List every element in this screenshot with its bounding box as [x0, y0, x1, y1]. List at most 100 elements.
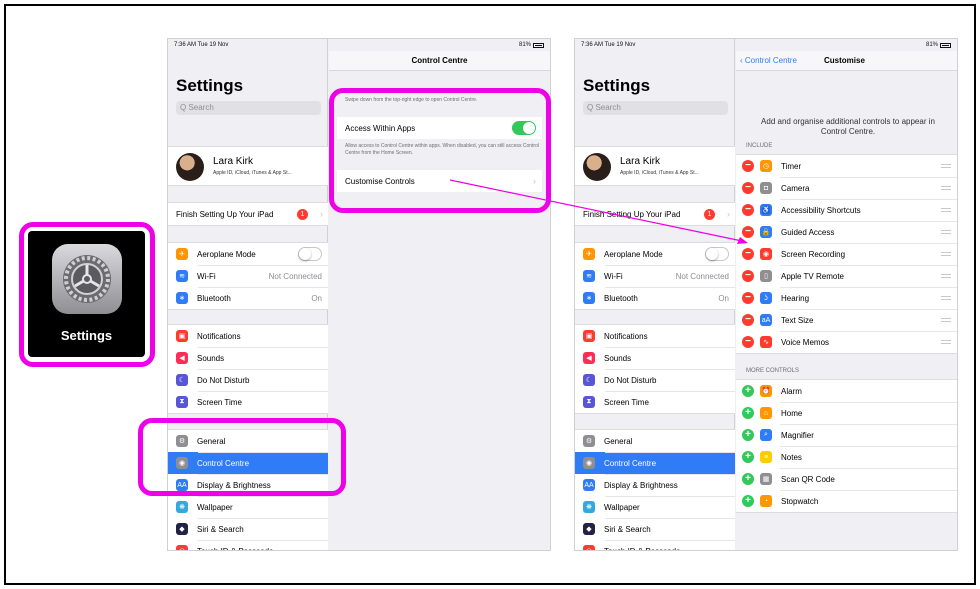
sidebar-item-do-not-disturb[interactable]: ☾ Do Not Disturb [575, 369, 735, 391]
finish-setup-row[interactable]: Finish Setting Up Your iPad 1 › [575, 203, 735, 225]
status-bar-right: 81% [329, 39, 550, 51]
sidebar-item-sounds[interactable]: ◀ Sounds [575, 347, 735, 369]
reorder-handle-icon[interactable] [941, 318, 951, 322]
search-input[interactable]: Q Search [583, 101, 728, 115]
back-button[interactable]: ‹ Control Centre [740, 51, 797, 71]
status-time: 7:36 AM Tue 19 Nov [581, 42, 636, 48]
search-input[interactable]: Q Search [176, 101, 321, 115]
wifi-icon: ≋ [176, 270, 188, 282]
control-label: Scan QR Code [781, 474, 835, 484]
sidebar-item-bluetooth[interactable]: ∗ Bluetooth On [168, 287, 328, 309]
control-row-magnifier: + ⌕ Magnifier [736, 424, 957, 446]
add-control-button[interactable]: + [742, 407, 754, 419]
remove-control-button[interactable]: − [742, 314, 754, 326]
remove-control-button[interactable]: − [742, 270, 754, 282]
control-row-camera: − ◘ Camera [736, 177, 957, 199]
remove-control-button[interactable]: − [742, 336, 754, 348]
sidebar-item-aeroplane-mode[interactable]: ✈ Aeroplane Mode [168, 243, 328, 265]
profile-subtitle: Apple ID, iCloud, iTunes & App St... [620, 170, 699, 176]
sidebar-item-screen-time[interactable]: ⧗ Screen Time [168, 391, 328, 413]
sidebar-item-label: Siri & Search [197, 524, 244, 534]
profile-row[interactable]: Lara Kirk Apple ID, iCloud, iTunes & App… [575, 146, 735, 186]
add-control-button[interactable]: + [742, 429, 754, 441]
settings-app-icon[interactable]: Settings [28, 231, 145, 357]
sidebar-item-touch-id-passcode[interactable]: ◎ Touch ID & Passcode [575, 540, 735, 550]
settings-sidebar-right: 7:36 AM Tue 19 Nov Settings Q Search Lar… [575, 39, 735, 550]
remove-control-button[interactable]: − [742, 292, 754, 304]
notifications-group: ▣ Notifications ◀ Sounds ☾ Do Not Disturb ⧗ Scr… [168, 324, 328, 414]
control-row-stopwatch: + ◔ Stopwatch [736, 490, 957, 512]
reorder-handle-icon[interactable] [941, 296, 951, 300]
sidebar-item-siri-search[interactable]: ◆ Siri & Search [575, 518, 735, 540]
sidebar-item-touch-id-passcode[interactable]: ◎ Touch ID & Passcode [168, 540, 328, 550]
remove-control-button[interactable]: − [742, 248, 754, 260]
aeroplane-toggle[interactable] [298, 247, 322, 261]
control-label: Stopwatch [781, 496, 819, 506]
remove-control-button[interactable]: − [742, 160, 754, 172]
sidebar-item-control-centre[interactable]: ◉ Control Centre [575, 452, 735, 474]
sidebar-item-value: Not Connected [675, 271, 729, 281]
reorder-handle-icon[interactable] [941, 230, 951, 234]
reorder-handle-icon[interactable] [941, 274, 951, 278]
sidebar-item-notifications[interactable]: ▣ Notifications [575, 325, 735, 347]
reorder-handle-icon[interactable] [941, 186, 951, 190]
sidebar-item-screen-time[interactable]: ⧗ Screen Time [575, 391, 735, 413]
add-control-button[interactable]: + [742, 385, 754, 397]
aeroplane-toggle[interactable] [705, 247, 729, 261]
control-row-alarm: + ⏰ Alarm [736, 380, 957, 402]
add-control-button[interactable]: + [742, 451, 754, 463]
finish-setup-group: Finish Setting Up Your iPad 1 › [168, 202, 328, 226]
remove-control-button[interactable]: − [742, 182, 754, 194]
sidebar-item-label: Wallpaper [197, 502, 233, 512]
sidebar-item-wallpaper[interactable]: ❋ Wallpaper [575, 496, 735, 518]
status-bar-right: 81% [736, 39, 957, 51]
remove-control-button[interactable]: − [742, 226, 754, 238]
sidebar-item-wi-fi[interactable]: ≋ Wi-Fi Not Connected [575, 265, 735, 287]
control-label: Notes [781, 452, 802, 462]
sidebar-item-do-not-disturb[interactable]: ☾ Do Not Disturb [168, 369, 328, 391]
reorder-handle-icon[interactable] [941, 340, 951, 344]
notifications-icon: ▣ [176, 330, 188, 342]
qr-icon: ▦ [760, 473, 772, 485]
sidebar-item-aeroplane-mode[interactable]: ✈ Aeroplane Mode [575, 243, 735, 265]
sidebar-item-label: Wi-Fi [197, 271, 216, 281]
sidebar-item-notifications[interactable]: ▣ Notifications [168, 325, 328, 347]
wifi-icon: ≋ [583, 270, 595, 282]
reorder-handle-icon[interactable] [941, 164, 951, 168]
finish-setup-row[interactable]: Finish Setting Up Your iPad 1 › [168, 203, 328, 225]
reorder-handle-icon[interactable] [941, 208, 951, 212]
magnifier-icon: ⌕ [760, 429, 772, 441]
reorder-handle-icon[interactable] [941, 252, 951, 256]
siri-icon: ◆ [583, 523, 595, 535]
avatar [583, 153, 611, 181]
include-header: INCLUDE [746, 143, 773, 149]
status-bar: 7:36 AM Tue 19 Nov [168, 39, 327, 51]
sidebar-item-label: Aeroplane Mode [604, 249, 663, 259]
sidebar-item-general[interactable]: ⚙ General [575, 430, 735, 452]
sidebar-item-label: Notifications [197, 331, 241, 341]
add-control-button[interactable]: + [742, 495, 754, 507]
add-control-button[interactable]: + [742, 473, 754, 485]
notifications-icon: ▣ [583, 330, 595, 342]
text-size-icon: aA [760, 314, 772, 326]
gear-icon [52, 244, 122, 314]
remove-control-button[interactable]: − [742, 204, 754, 216]
notes-icon: ≡ [760, 451, 772, 463]
sidebar-item-sounds[interactable]: ◀ Sounds [168, 347, 328, 369]
lock-icon: 🔒 [760, 226, 772, 238]
finish-setup-group: Finish Setting Up Your iPad 1 › [575, 202, 735, 226]
gear-icon: ⚙ [583, 435, 595, 447]
bluetooth-icon: ∗ [583, 292, 595, 304]
moon-icon: ☾ [176, 374, 188, 386]
sidebar-item-wi-fi[interactable]: ≋ Wi-Fi Not Connected [168, 265, 328, 287]
sidebar-item-bluetooth[interactable]: ∗ Bluetooth On [575, 287, 735, 309]
sidebar-item-label: Control Centre [604, 458, 657, 468]
control-row-home: + ⌂ Home [736, 402, 957, 424]
hourglass-icon: ⧗ [583, 396, 595, 408]
sidebar-item-wallpaper[interactable]: ❋ Wallpaper [168, 496, 328, 518]
control-row-notes: + ≡ Notes [736, 446, 957, 468]
sidebar-item-display-brightness[interactable]: AA Display & Brightness [575, 474, 735, 496]
sidebar-item-siri-search[interactable]: ◆ Siri & Search [168, 518, 328, 540]
profile-row[interactable]: Lara Kirk Apple ID, iCloud, iTunes & App… [168, 146, 328, 186]
page-title: Settings [583, 76, 651, 95]
